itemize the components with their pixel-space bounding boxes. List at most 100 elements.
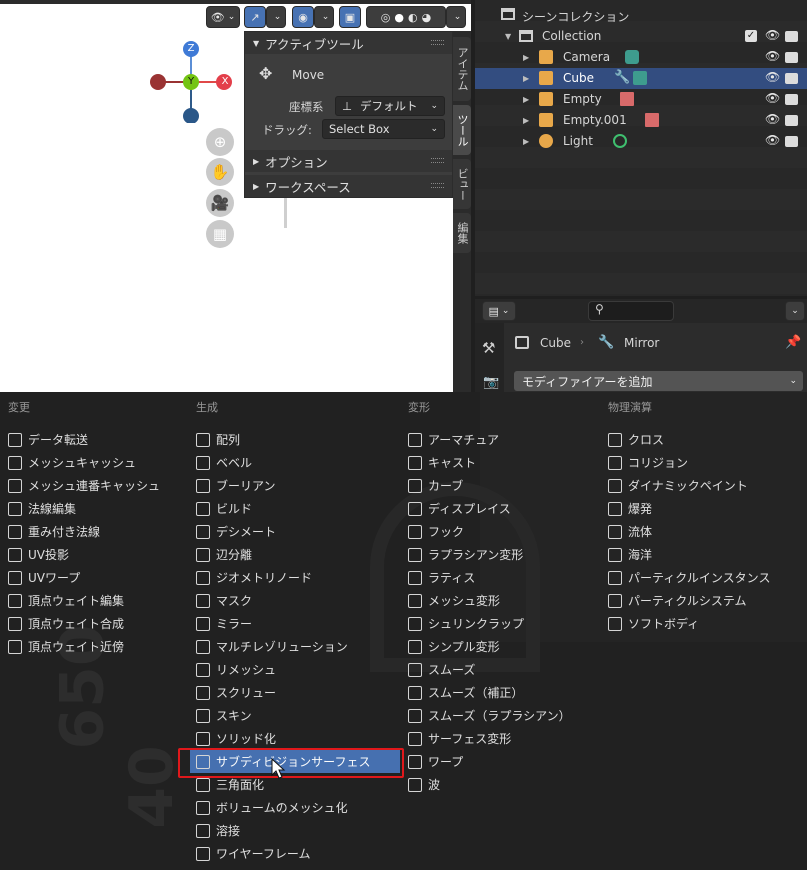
outliner[interactable]: シーンコレクション ▼ Collection ✓ 👁 ▶ Camera 👁 ▶ … (475, 0, 807, 296)
menu-item-c1-0[interactable]: 配列 (196, 428, 402, 451)
menu-item-c3-2[interactable]: ダイナミックペイント (608, 474, 803, 497)
menu-item-c1-3[interactable]: ビルド (196, 497, 402, 520)
menu-item-c2-0[interactable]: アーマチュア (408, 428, 604, 451)
solid-shading-icon[interactable]: ● (394, 11, 404, 24)
gizmo-toggle-button[interactable]: ↗ (244, 6, 266, 28)
menu-item-c0-1[interactable]: メッシュキャッシュ (8, 451, 193, 474)
ortho-toggle-button[interactable]: ▦ (206, 220, 234, 248)
eye-icon[interactable]: 👁 (765, 49, 780, 63)
menu-item-c0-4[interactable]: 重み付き法線 (8, 520, 193, 543)
outliner-row-empty[interactable]: ▶ Empty 👁 (475, 89, 807, 110)
visibility-dropdown[interactable]: 👁 ⌄ (206, 6, 240, 28)
material-shading-icon[interactable]: ◐ (408, 11, 418, 24)
menu-item-c3-5[interactable]: 海洋 (608, 543, 803, 566)
menu-item-c1-2[interactable]: ブーリアン (196, 474, 402, 497)
menu-item-c0-7[interactable]: 頂点ウェイト編集 (8, 589, 193, 612)
coordinate-system-dropdown[interactable]: ⊥ デフォルト ⌄ (335, 96, 445, 116)
menu-item-c2-1[interactable]: キャスト (408, 451, 604, 474)
menu-item-c0-3[interactable]: 法線編集 (8, 497, 193, 520)
menu-item-c1-1[interactable]: ベベル (196, 451, 402, 474)
menu-item-c2-9[interactable]: シンプル変形 (408, 635, 604, 658)
overlay-dropdown[interactable]: ⌄ (314, 6, 334, 28)
image-icon[interactable] (620, 92, 634, 106)
menu-item-c3-6[interactable]: パーティクルインスタンス (608, 566, 803, 589)
properties-editor[interactable]: ▤ ⌄ ⚲ ⌄ ⚒ 📷 Cube › 🔧 Mirror 📌 モディファイアーを追加… (475, 299, 807, 392)
menu-item-c2-10[interactable]: スムーズ (408, 658, 604, 681)
menu-item-c1-13[interactable]: ソリッド化 (196, 727, 402, 750)
options-header[interactable]: ▶ オプション (245, 150, 452, 172)
menu-item-c2-3[interactable]: ディスプレイス (408, 497, 604, 520)
outliner-row-empty001[interactable]: ▶ Empty.001 👁 (475, 110, 807, 131)
menu-item-c2-7[interactable]: メッシュ変形 (408, 589, 604, 612)
menu-item-c3-0[interactable]: クロス (608, 428, 803, 451)
menu-item-c2-6[interactable]: ラティス (408, 566, 604, 589)
xray-toggle-button[interactable]: ▣ (339, 6, 361, 28)
outliner-row-collection[interactable]: ▼ Collection ✓ 👁 (475, 26, 807, 47)
shading-mode-group[interactable]: ◎ ● ◐ ◕ (366, 6, 446, 28)
gizmo-dropdown[interactable]: ⌄ (266, 6, 286, 28)
editor-type-dropdown[interactable]: ▤ ⌄ (482, 301, 516, 321)
drag-grip-icon[interactable] (431, 158, 444, 163)
options-dropdown[interactable]: ⌄ (785, 301, 805, 321)
expand-triangle-icon[interactable]: ▶ (523, 53, 529, 62)
menu-item-c0-9[interactable]: 頂点ウェイト近傍 (8, 635, 193, 658)
eye-icon[interactable]: 👁 (765, 133, 780, 147)
render-camera-icon[interactable] (785, 73, 798, 84)
search-input[interactable]: ⚲ (588, 301, 674, 321)
render-camera-icon[interactable] (785, 115, 798, 126)
menu-item-c1-11[interactable]: スクリュー (196, 681, 402, 704)
light-data-icon[interactable] (613, 134, 627, 148)
outliner-scene-row[interactable]: シーンコレクション (475, 5, 807, 26)
render-camera-icon[interactable] (785, 52, 798, 63)
drag-grip-icon[interactable] (431, 183, 444, 188)
menu-item-c1-9[interactable]: マルチレゾリューション (196, 635, 402, 658)
menu-item-c1-8[interactable]: ミラー (196, 612, 402, 635)
shading-dropdown[interactable]: ⌄ (446, 6, 466, 28)
menu-item-c1-7[interactable]: マスク (196, 589, 402, 612)
menu-item-c1-18[interactable]: ワイヤーフレーム (196, 842, 402, 865)
overlay-toggle-button[interactable]: ◉ (292, 6, 314, 28)
expand-triangle-icon[interactable]: ▶ (523, 74, 529, 83)
menu-item-c2-12[interactable]: スムーズ（ラプラシアン） (408, 704, 604, 727)
menu-item-c3-4[interactable]: 流体 (608, 520, 803, 543)
menu-item-c0-8[interactable]: 頂点ウェイト合成 (8, 612, 193, 635)
expand-triangle-icon[interactable]: ▶ (523, 137, 529, 146)
eye-icon[interactable]: 👁 (765, 91, 780, 105)
rendered-shading-icon[interactable]: ◕ (422, 11, 432, 24)
eye-icon[interactable]: 👁 (765, 70, 780, 84)
menu-item-c2-8[interactable]: シュリンクラップ (408, 612, 604, 635)
camera-data-icon[interactable] (625, 50, 639, 64)
tab-tool[interactable]: ツール (453, 105, 471, 155)
menu-item-c2-2[interactable]: カーブ (408, 474, 604, 497)
checkbox-icon[interactable]: ✓ (745, 30, 757, 42)
render-camera-icon[interactable] (785, 94, 798, 105)
camera-view-button[interactable]: 🎥 (206, 189, 234, 217)
menu-item-c0-5[interactable]: UV投影 (8, 543, 193, 566)
outliner-row-light[interactable]: ▶ Light 👁 (475, 131, 807, 152)
render-tab-icon[interactable]: 📷 (483, 375, 499, 390)
render-camera-icon[interactable] (785, 136, 798, 147)
menu-item-c1-10[interactable]: リメッシュ (196, 658, 402, 681)
tab-view[interactable]: ビュー (453, 159, 471, 209)
menu-item-c2-15[interactable]: 波 (408, 773, 604, 796)
menu-item-c0-2[interactable]: メッシュ連番キャッシュ (8, 474, 193, 497)
menu-item-c0-6[interactable]: UVワープ (8, 566, 193, 589)
expand-triangle-icon[interactable]: ▶ (523, 95, 529, 104)
menu-item-c3-7[interactable]: パーティクルシステム (608, 589, 803, 612)
menu-item-c2-5[interactable]: ラプラシアン変形 (408, 543, 604, 566)
render-camera-icon[interactable] (785, 31, 798, 42)
menu-item-c2-14[interactable]: ワープ (408, 750, 604, 773)
menu-item-c1-6[interactable]: ジオメトリノード (196, 566, 402, 589)
outliner-row-camera[interactable]: ▶ Camera 👁 (475, 47, 807, 68)
eye-icon[interactable]: 👁 (765, 112, 780, 126)
menu-item-c2-11[interactable]: スムーズ（補正） (408, 681, 604, 704)
outliner-row-cube[interactable]: ▶ Cube 🔧 👁 (475, 68, 807, 89)
menu-item-c3-8[interactable]: ソフトボディ (608, 612, 803, 635)
menu-item-c2-4[interactable]: フック (408, 520, 604, 543)
wireframe-shading-icon[interactable]: ◎ (381, 11, 391, 24)
menu-item-c3-1[interactable]: コリジョン (608, 451, 803, 474)
wrench-icon[interactable]: 🔧 (614, 70, 630, 85)
tab-item[interactable]: アイテム (453, 37, 471, 101)
tab-edit[interactable]: 編集 (453, 213, 471, 253)
tool-settings-tab-icon[interactable]: ⚒ (482, 339, 495, 357)
